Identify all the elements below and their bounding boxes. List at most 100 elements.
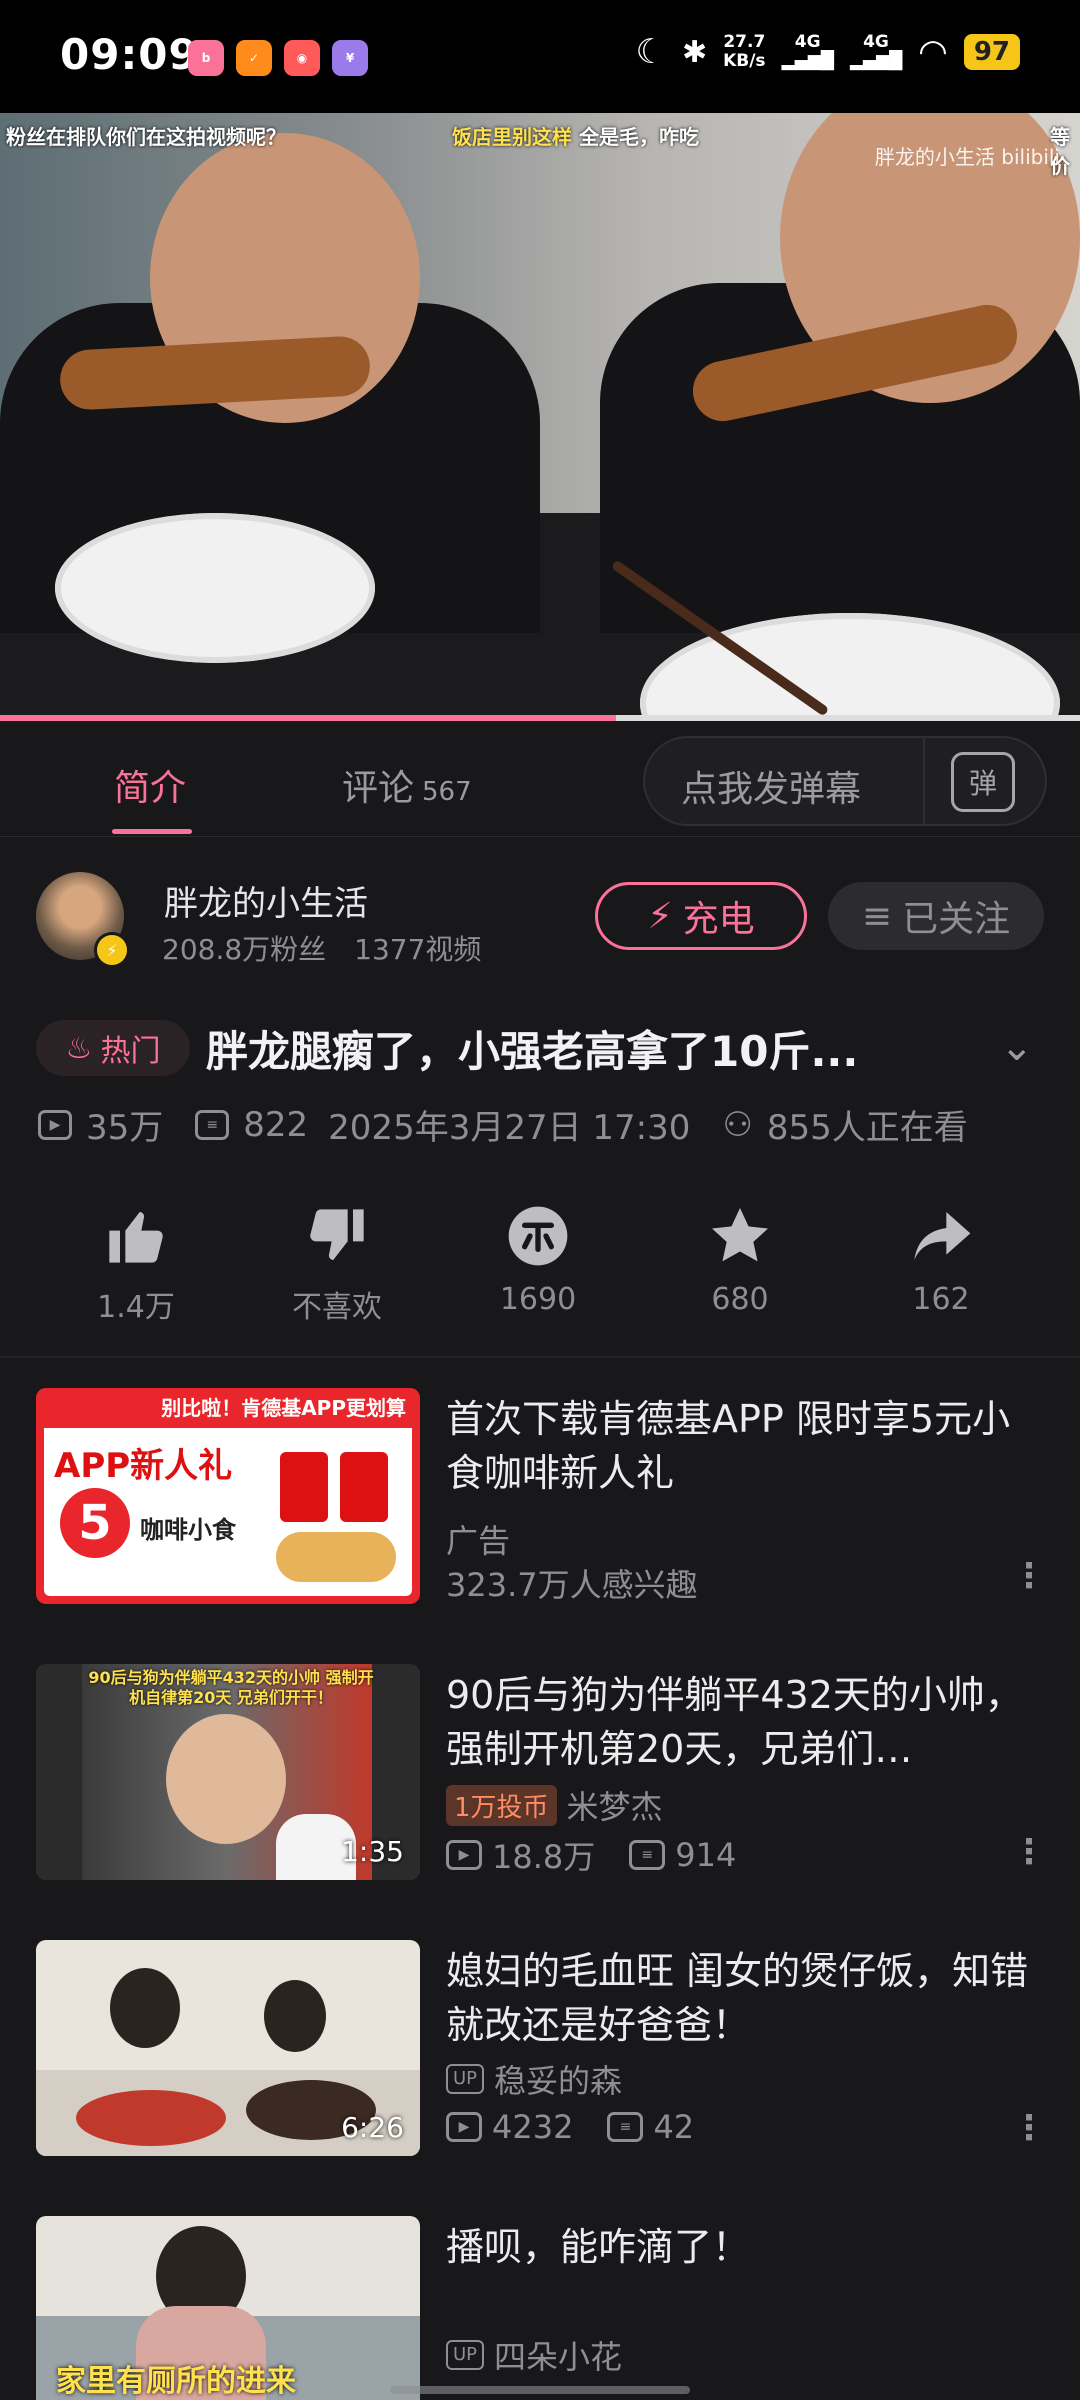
tasks-app-icon: ✓ <box>236 40 272 76</box>
fire-icon: ♨ <box>65 1030 93 1066</box>
coin-count: 1690 <box>499 1282 577 1317</box>
tab-active-indicator <box>112 829 192 834</box>
up-tag: UP <box>446 2064 485 2094</box>
ad-interest: 323.7万人感兴趣 <box>446 1560 698 1606</box>
share-arrow-icon <box>866 1200 1016 1272</box>
feed-card-title[interactable]: 播呗，能咋滴了！ <box>446 2220 1046 2274</box>
sim1-label: 4G <box>794 32 821 52</box>
signal-bars-icon: ▂▄▆█ <box>781 51 834 71</box>
verified-badge-icon: ⚡ <box>94 932 130 968</box>
feed-card-danmaku: 42 <box>653 2108 695 2146</box>
ad-thumb-cup-icon <box>340 1452 388 1522</box>
feed-card-author-row: UP 稳妥的森 <box>446 2056 622 2102</box>
feed-card-author-row: UP 四朵小花 <box>446 2332 622 2378</box>
ad-thumb-food-icon <box>276 1532 396 1582</box>
uploader-stats: 208.8万粉丝 1377视频 <box>162 928 509 968</box>
danmaku-input[interactable]: 点我发弹幕 弹 <box>643 736 1047 826</box>
status-indicators: ☾ ✱ 27.7 KB/s 4G ▂▄▆█ 4G ▂▄▆█ ◠ 97 <box>635 32 1020 72</box>
video-thumbnail[interactable]: 6:26 <box>36 1940 420 2156</box>
follow-button[interactable]: ≡ 已关注 <box>828 882 1044 950</box>
play-count-icon: ▶ <box>446 2112 482 2142</box>
caption-rest: 全是毛，咋吃 <box>578 125 699 149</box>
menu-lines-icon: ≡ <box>861 895 893 937</box>
gesture-bar[interactable] <box>390 2386 690 2394</box>
video-duration: 1:35 <box>341 1835 404 1868</box>
video-player[interactable]: 粉丝在排队你们在这拍视频呢？ 饭店里别这样 全是毛，咋吃 等价 胖龙的小生活 b… <box>0 113 1080 721</box>
status-bar: 09:09 b ✓ ◉ ¥ ☾ ✱ 27.7 KB/s 4G ▂▄▆█ 4G ▂▄▆… <box>0 0 1080 113</box>
uploader-name[interactable]: 胖龙的小生活 <box>164 876 368 925</box>
video-thumbnail[interactable]: 家里有厕所的进来 <box>36 2216 420 2400</box>
feed-card[interactable]: 家里有厕所的进来 播呗，能咋滴了！ UP 四朵小花 <box>36 2216 1046 2400</box>
more-options-icon[interactable]: ⋮ <box>1012 1832 1046 1872</box>
charge-button[interactable]: ⚡ 充电 <box>595 882 807 950</box>
video-title[interactable]: 胖龙腿瘸了，小强老高拿了10斤... <box>206 1018 996 1079</box>
wallet-app-icon: ¥ <box>332 40 368 76</box>
coin-badge: 1万投币 <box>446 1784 557 1826</box>
wifi-icon: ◠ <box>918 32 948 72</box>
net-speed-unit: KB/s <box>723 51 766 71</box>
feed-card-title[interactable]: 首次下载肯德基APP 限时享5元小食咖啡新人礼 <box>446 1392 1046 1500</box>
thumb-person <box>110 1968 180 2048</box>
ad-thumbnail[interactable]: 别比啦！肯德基APP更划算 APP新人礼 5 咖啡小食 <box>36 1388 420 1604</box>
net-speed-value: 27.7 <box>723 32 766 52</box>
more-options-icon[interactable]: ⋮ <box>1012 2108 1046 2148</box>
star-icon <box>665 1200 815 1272</box>
uploader-fans: 208.8万粉丝 <box>162 933 327 966</box>
danmaku-toggle-button[interactable]: 弹 <box>951 752 1015 812</box>
thumb-caption: 90后与狗为伴躺平432天的小帅 强制开机自律第20天 兄弟们开干！ <box>88 1668 374 1707</box>
uploader-video-count: 1377视频 <box>354 933 482 966</box>
feed-card-title[interactable]: 90后与狗为伴躺平432天的小帅，强制开机第20天，兄弟们… <box>446 1668 1046 1776</box>
danmaku-placeholder: 点我发弹幕 <box>681 769 862 810</box>
ad-thumb-main: APP新人礼 <box>54 1446 233 1486</box>
thumb-person <box>264 1980 326 2052</box>
thumb-dish <box>76 2090 226 2146</box>
video-duration: 6:26 <box>341 2111 404 2144</box>
thumbs-up-icon <box>61 1200 211 1272</box>
tab-comments-count: 567 <box>422 777 472 807</box>
hot-badge[interactable]: ♨ 热门 <box>36 1020 190 1076</box>
view-count: 35万 <box>86 1108 164 1148</box>
charge-label: 充电 <box>682 899 755 940</box>
favorite-button[interactable]: 680 <box>665 1200 815 1317</box>
feed-card[interactable]: 6:26 媳妇的毛血旺 闺女的煲仔饭，知错就改还是好爸爸！ UP 稳妥的森 ▶ … <box>36 1940 1046 2160</box>
video-caption-left: 粉丝在排队你们在这拍视频呢？ <box>6 125 286 149</box>
follow-label: 已关注 <box>902 899 1011 940</box>
video-plate-left <box>55 513 375 663</box>
dislike-label: 不喜欢 <box>292 1290 382 1325</box>
bluetooth-icon: ✱ <box>681 34 708 70</box>
video-watermark: 胖龙的小生活 bilibili <box>874 145 1060 169</box>
video-meta: ▶ 35万 ≡ 822 2025年3月27日 17:30 ⚇ 855人正在看 <box>38 1100 968 1149</box>
feed-card-author[interactable]: 四朵小花 <box>494 2332 622 2378</box>
coin-button[interactable]: 1690 <box>463 1200 613 1317</box>
like-button[interactable]: 1.4万 <box>61 1200 211 1326</box>
ad-label-text: 广告 <box>446 1522 511 1560</box>
feed-card-stats: ▶ 4232 ≡ 42 <box>446 2108 694 2146</box>
action-bar: 1.4万 不喜欢 1690 680 162 <box>0 1200 1080 1330</box>
coin-icon <box>463 1200 613 1272</box>
video-caption-mid: 饭店里别这样 全是毛，咋吃 <box>452 121 699 150</box>
tab-comments-label: 评论 <box>342 768 415 809</box>
ad-thumb-sub: 咖啡小食 <box>140 1516 236 1544</box>
feed-card[interactable]: 90后与狗为伴躺平432天的小帅 强制开机自律第20天 兄弟们开干！ 1:35 … <box>36 1664 1046 1884</box>
video-thumbnail[interactable]: 90后与狗为伴躺平432天的小帅 强制开机自律第20天 兄弟们开干！ 1:35 <box>36 1664 420 1880</box>
feed-card-author[interactable]: 米梦杰 <box>567 1782 663 1828</box>
watching-count: 855人正在看 <box>766 1108 968 1148</box>
signal-sim1: 4G ▂▄▆█ <box>782 33 834 71</box>
tab-intro[interactable]: 简介 <box>114 759 186 811</box>
feed-card-ad[interactable]: 别比啦！肯德基APP更划算 APP新人礼 5 咖啡小食 首次下载肯德基APP 限… <box>36 1388 1046 1608</box>
chevron-down-icon[interactable]: ⌄ <box>1000 1024 1034 1070</box>
up-tag: UP <box>446 2340 485 2370</box>
feed-card-title[interactable]: 媳妇的毛血旺 闺女的煲仔饭，知错就改还是好爸爸！ <box>446 1944 1046 2052</box>
feed-card-views: 4232 <box>492 2108 574 2146</box>
battery-level: 97 <box>963 34 1020 70</box>
play-count-icon: ▶ <box>38 1109 72 1140</box>
dislike-button[interactable]: 不喜欢 <box>262 1200 412 1326</box>
feed-card-author[interactable]: 稳妥的森 <box>494 2056 622 2102</box>
tab-comments[interactable]: 评论 567 <box>342 759 472 811</box>
more-options-icon[interactable]: ⋮ <box>1012 1556 1046 1596</box>
danmaku-count-icon: ≡ <box>607 2112 644 2142</box>
share-button[interactable]: 162 <box>866 1200 1016 1317</box>
signal-bars-icon: ▂▄▆█ <box>849 51 903 71</box>
danmaku-count-icon: ≡ <box>629 1840 666 1870</box>
moon-icon: ☾ <box>635 32 666 72</box>
